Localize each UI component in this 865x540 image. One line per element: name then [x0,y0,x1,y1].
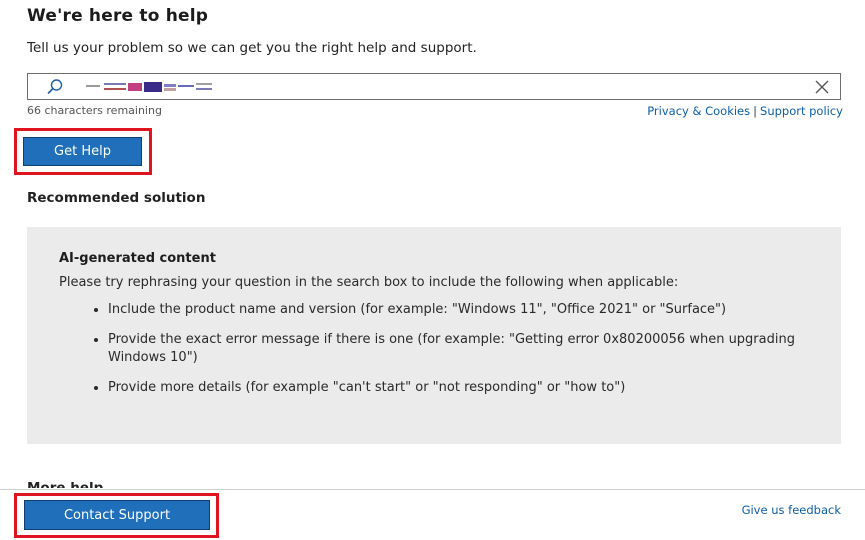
list-item: Include the product name and version (fo… [108,301,808,319]
ai-content-title: AI-generated content [59,251,216,266]
policy-links: Privacy & Cookies | Support policy [647,104,843,118]
support-policy-link[interactable]: Support policy [760,104,843,118]
link-separator: | [753,104,758,118]
recommended-heading: Recommended solution [27,190,206,206]
give-feedback-link[interactable]: Give us feedback [742,503,841,517]
page-title: We're here to help [27,6,209,26]
close-icon[interactable] [814,79,830,95]
ai-content-panel: AI-generated content Please try rephrasi… [27,227,841,444]
list-item: Provide the exact error message if there… [108,331,808,367]
search-input[interactable] [27,73,841,100]
get-help-button[interactable]: Get Help [23,137,142,166]
suggestion-list: Include the product name and version (fo… [82,301,808,409]
redacted-query-text [86,82,212,92]
page-subtitle: Tell us your problem so we can get you t… [27,40,477,56]
search-icon [47,79,63,95]
contact-support-button[interactable]: Contact Support [24,500,210,530]
ai-content-intro: Please try rephrasing your question in t… [59,275,679,290]
privacy-cookies-link[interactable]: Privacy & Cookies [647,104,750,118]
footer-divider [0,489,865,490]
list-item: Provide more details (for example "can't… [108,379,808,397]
characters-remaining: 66 characters remaining [27,104,162,117]
more-help-heading: More help [27,480,104,488]
